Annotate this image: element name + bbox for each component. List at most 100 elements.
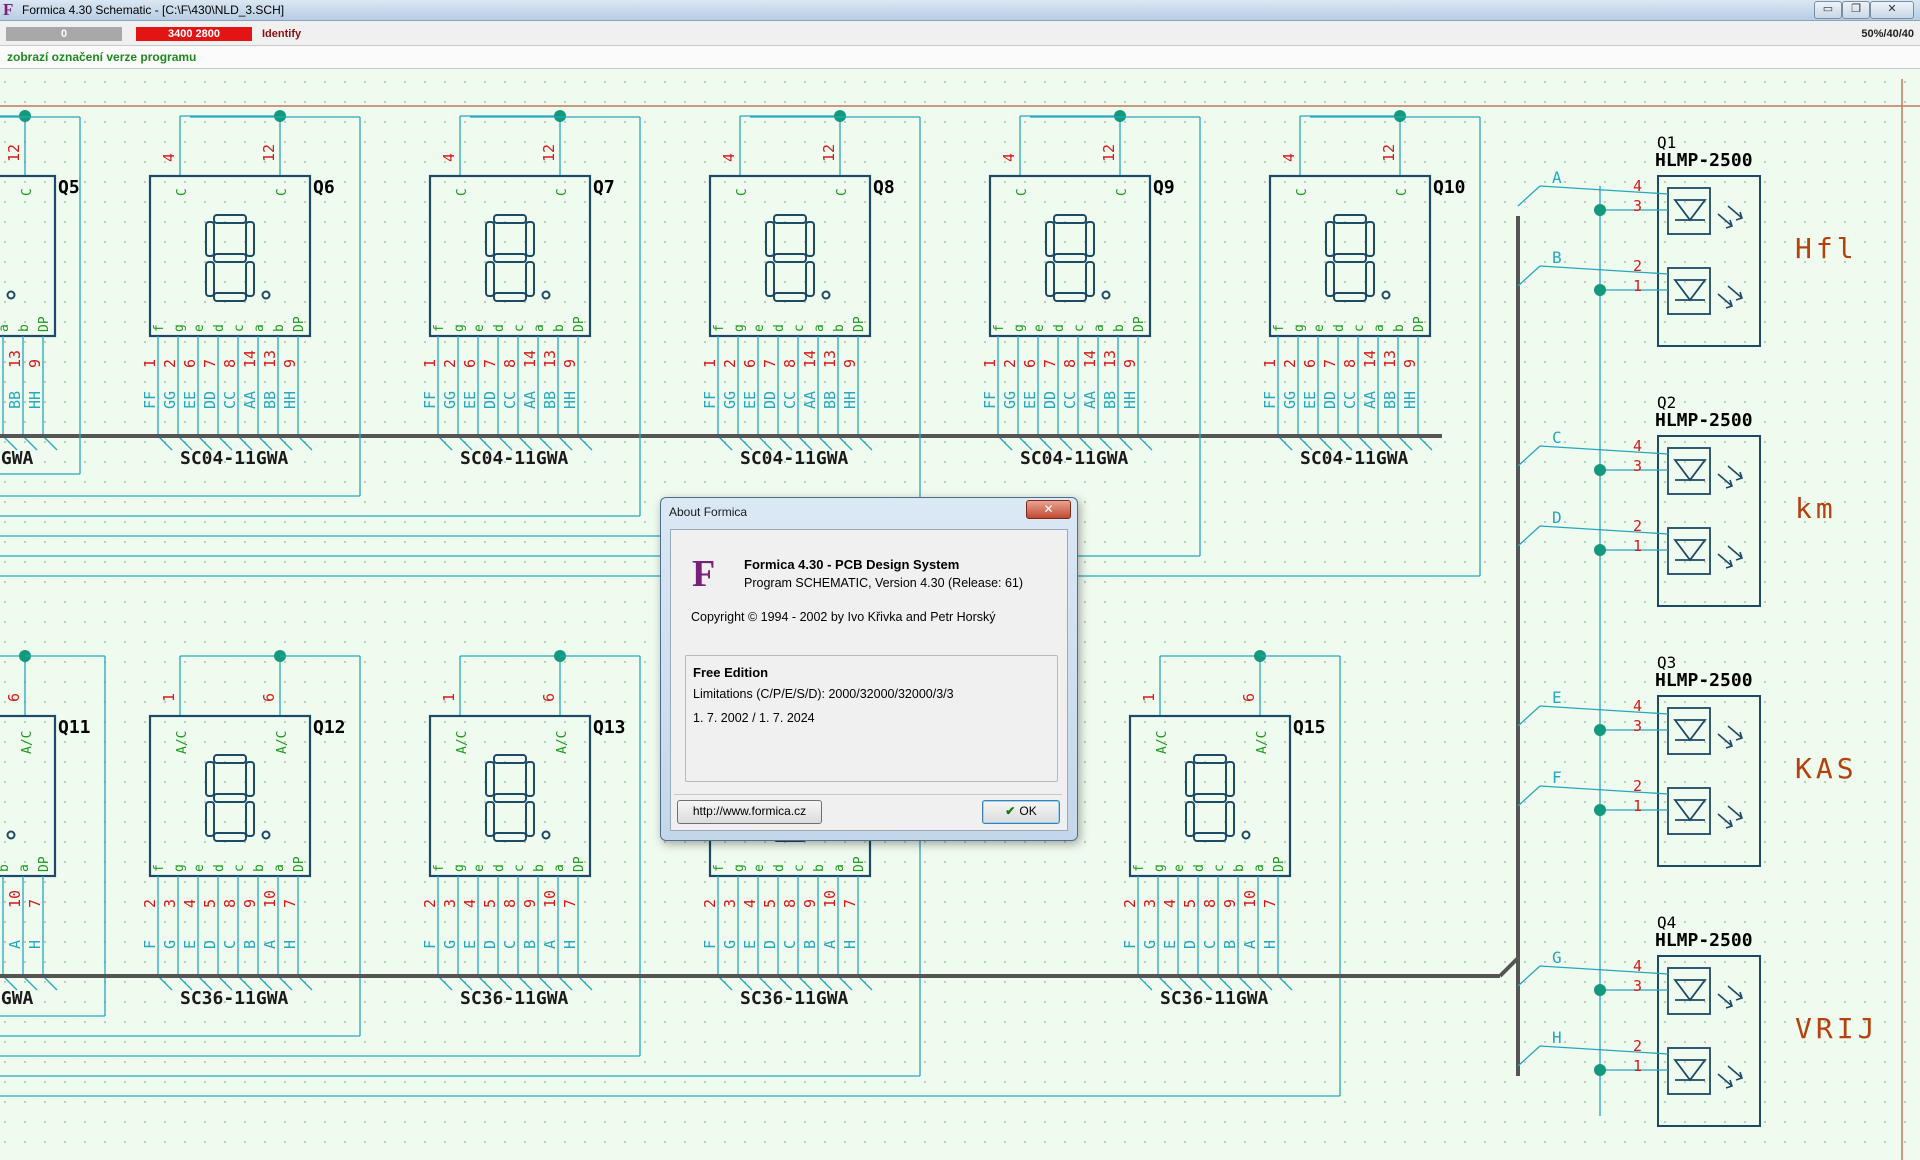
net-label: G: [1552, 948, 1562, 967]
pin-number: 13: [6, 350, 24, 368]
net-label: B: [801, 940, 819, 949]
zoom-field: 50%/40/40: [1861, 28, 1914, 40]
pin-name: DP: [572, 856, 587, 872]
pin-number: 9: [521, 899, 539, 908]
net-label: HH: [1121, 391, 1139, 409]
pin-name: DP: [852, 316, 867, 332]
pin-name: C: [1015, 188, 1030, 196]
minimize-button[interactable]: ▭: [1814, 1, 1842, 19]
pin-number: 13: [1381, 350, 1399, 368]
pin-name: C: [20, 188, 35, 196]
net-label: A: [1552, 168, 1562, 187]
ref-designator: Q15: [1293, 717, 1326, 738]
bus-entry: [857, 435, 873, 451]
restore-button[interactable]: ❐: [1842, 1, 1870, 19]
part-number: SC04-11GWA: [180, 448, 289, 469]
net-label: A: [1241, 940, 1259, 949]
limitations-text: Limitations (C/P/E/S/D): 2000/32000/3200…: [693, 687, 954, 701]
pin-name: A/C: [555, 731, 570, 754]
pin-name: b: [832, 324, 847, 332]
ref-designator: Q9: [1153, 177, 1175, 198]
pin-number: 8: [221, 899, 239, 908]
pin-number: 14: [0, 350, 4, 368]
anode-wire: [1539, 705, 1669, 715]
net-label: D: [761, 940, 779, 949]
led-diode-icon: [1673, 539, 1707, 562]
segment: [493, 292, 527, 302]
pin-number: 8: [501, 899, 519, 908]
net-label: E: [1161, 940, 1179, 949]
ok-button[interactable]: ✔ OK: [982, 800, 1060, 824]
pin-number: 10: [261, 890, 279, 908]
part-number: SC04-11GWA: [460, 448, 569, 469]
anode-wire: [1539, 445, 1669, 455]
checkmark-icon: ✔: [1005, 804, 1016, 818]
pin-number: 7: [1261, 899, 1279, 908]
segment: [1085, 261, 1095, 297]
led-box: [1667, 187, 1711, 235]
pin-name: f: [1132, 864, 1147, 872]
decimal-point: [6, 290, 16, 300]
segment: [1333, 214, 1367, 224]
dialog-close-button[interactable]: ✕: [1026, 500, 1071, 519]
pin-name: a: [1092, 324, 1107, 332]
pin-number: 8: [1201, 899, 1219, 908]
net-label: CC: [1341, 391, 1359, 409]
pin-number: 7: [281, 899, 299, 908]
segment: [205, 761, 215, 797]
pin-name: b: [17, 324, 32, 332]
pin-number: 5: [201, 899, 219, 908]
pin-name: a: [252, 324, 267, 332]
pin-number: 5: [481, 899, 499, 908]
pin-name: d: [492, 324, 507, 332]
pin-number: 4: [461, 899, 479, 908]
pin-number: 2: [441, 359, 459, 368]
pin-name: DP: [37, 856, 52, 872]
common-junction: [1114, 110, 1126, 122]
close-window-button[interactable]: ✕: [1870, 1, 1914, 19]
net-label: A: [6, 940, 24, 949]
pin-number: 1: [141, 359, 159, 368]
segment: [765, 261, 775, 297]
version-text: Program SCHEMATIC, Version 4.30 (Release…: [744, 576, 1024, 590]
bus-entry: [577, 435, 593, 451]
pin-number: 14: [1361, 350, 1379, 368]
pin-number: 7: [561, 899, 579, 908]
led-diode-icon: [1673, 459, 1707, 482]
bus-entry: [1517, 1045, 1541, 1067]
bargraph-body: [1657, 955, 1761, 1127]
segment: [1333, 253, 1367, 263]
segment: [245, 761, 255, 797]
pin-number: 14: [801, 350, 819, 368]
net-label: CC: [781, 391, 799, 409]
net-label: B: [1552, 248, 1562, 267]
segment: [1053, 253, 1087, 263]
net-label: DD: [1041, 391, 1059, 409]
pin-name: DP: [292, 316, 307, 332]
pin-number: 10: [1241, 890, 1259, 908]
pin-number: 13: [541, 350, 559, 368]
pin-number: 4: [440, 153, 458, 162]
part-number: SC36-11GWA: [460, 988, 569, 1009]
status-text: zobrazí označení verze programu: [7, 50, 197, 64]
website-button[interactable]: http://www.formica.cz: [677, 800, 822, 824]
segment: [765, 221, 775, 257]
decimal-point: [6, 830, 16, 840]
decimal-point: [1101, 290, 1111, 300]
pin-name: d: [1332, 324, 1347, 332]
display-body: [988, 174, 1152, 338]
pin-name: A/C: [20, 731, 35, 754]
anode-wire: [1539, 785, 1669, 795]
led-box: [1667, 267, 1711, 315]
pin-name: g: [732, 864, 747, 872]
pin-number: 14: [241, 350, 259, 368]
junction: [1594, 1064, 1606, 1076]
net-label: B: [0, 940, 4, 949]
display-body: [1268, 174, 1432, 338]
pin-name: d: [772, 324, 787, 332]
pin-name: g: [1012, 324, 1027, 332]
segment: [213, 793, 247, 803]
pin-number: 6: [181, 359, 199, 368]
pin-name: d: [1052, 324, 1067, 332]
pin-name: e: [472, 324, 487, 332]
